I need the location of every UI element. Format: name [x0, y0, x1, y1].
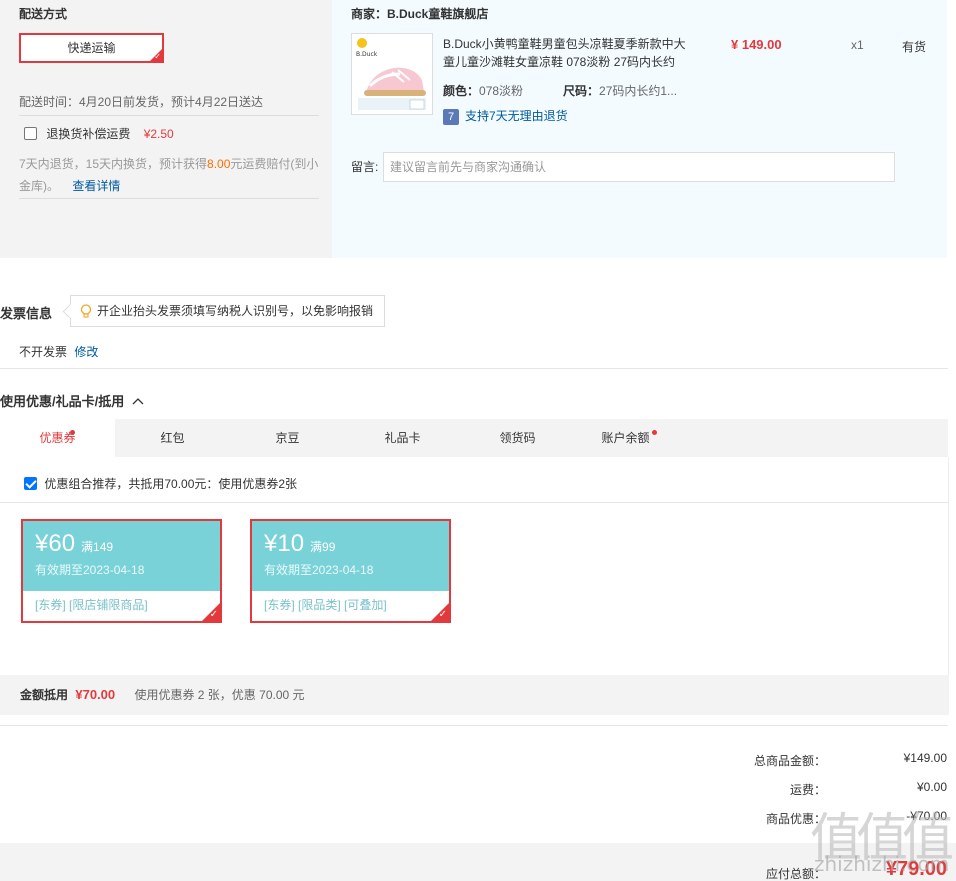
goods-total-value: ¥149.00	[903, 751, 947, 765]
divider	[0, 502, 949, 503]
divider	[0, 725, 948, 726]
message-input[interactable]: 建议留言前先与商家沟通确认	[383, 152, 895, 182]
combo-text: 优惠组合推荐，共抵用70.00元：使用优惠券2张	[44, 477, 298, 491]
discount-summary: 金额抵用 ¥70.00 使用优惠券 2 张，优惠 70.00 元	[0, 675, 949, 715]
message-label: 留言:	[351, 160, 379, 174]
invoice-tip-text: 开企业抬头发票须填写纳税人识别号，以免影响报销	[97, 304, 374, 318]
product-qty: x1	[851, 38, 864, 52]
product-size: 尺码：27码内长约1...	[563, 82, 677, 99]
invoice-status-text: 不开发票	[19, 345, 68, 359]
combo-recommend: 优惠组合推荐，共抵用70.00元：使用优惠券2张	[24, 475, 297, 492]
coupon-card[interactable]: ¥10 满99 有效期至2023-04-18 [东券] [限品类] [可叠加] ✓	[250, 519, 451, 623]
tab-red-packet[interactable]: 红包	[115, 419, 230, 457]
insurance-note: 7天内退货，15天内换货，预计获得8.00元运费赔付(到小 金库)。 查看详情	[19, 153, 324, 197]
svg-text:B.Duck: B.Duck	[356, 51, 378, 58]
freight-label: 运费：	[789, 783, 826, 797]
tab-jingdou[interactable]: 京豆	[230, 419, 345, 457]
coupon-condition: 满149	[81, 540, 114, 554]
sandal-image-icon: B.Duck	[352, 34, 432, 114]
summary-label: 金额抵用	[20, 688, 69, 702]
delivery-title: 配送方式	[19, 7, 68, 21]
product-image[interactable]: B.Duck	[351, 33, 433, 115]
watermark-url: zhizhizhi.com	[814, 852, 950, 876]
discount-total-label: 商品优惠：	[765, 812, 826, 826]
divider	[19, 198, 319, 199]
payable-label: 应付总额：	[765, 867, 826, 881]
size-label: 尺码：	[563, 84, 600, 98]
coupon-tags: [东券] [限品类] [可叠加]	[264, 598, 387, 612]
express-shipping-label: 快递运输	[67, 41, 116, 55]
divider	[19, 115, 319, 116]
tab-coupons[interactable]: 优惠券	[0, 419, 115, 457]
insurance-label: 退换货补偿运费	[46, 127, 131, 141]
insurance-checkbox[interactable]	[24, 127, 37, 140]
shop-name: 商家：B.Duck童鞋旗舰店	[351, 7, 489, 21]
product-attrs: 颜色：078淡粉	[443, 82, 523, 99]
coupon-amount: ¥60	[35, 530, 76, 557]
return-7day-icon: 7	[443, 108, 459, 125]
check-icon: ✓	[209, 609, 218, 620]
invoice-edit-link[interactable]: 修改	[74, 345, 98, 359]
invoice-title: 发票信息	[0, 306, 53, 321]
summary-note: 使用优惠券 2 张，优惠 70.00 元	[134, 688, 305, 702]
tab-redeem-code[interactable]: 领货码	[460, 419, 575, 457]
notify-dot-icon	[70, 430, 75, 435]
insurance-note-amount: 8.00	[207, 157, 231, 171]
product-stock: 有货	[902, 40, 927, 54]
express-shipping-button[interactable]: 快递运输 ✓	[19, 33, 164, 63]
check-icon: ✓	[438, 609, 447, 620]
invoice-status: 不开发票 修改	[19, 343, 98, 360]
size-value: 27码内长约1...	[599, 84, 678, 98]
return-policy-text: 支持7天无理由退货	[465, 109, 568, 123]
product-title-line2: 童儿童沙滩鞋女童凉鞋 078淡粉 27码内长约	[443, 55, 676, 69]
invoice-tip: 开企业抬头发票须填写纳税人识别号，以免影响报销	[70, 295, 385, 327]
coupon-card[interactable]: ¥60 满149 有效期至2023-04-18 [东券] [限店铺限商品] ✓	[21, 519, 222, 623]
tab-account-balance[interactable]: 账户余额	[568, 419, 683, 457]
product-price: ¥ 149.00	[731, 37, 782, 52]
discount-title[interactable]: 使用优惠/礼品卡/抵用	[0, 391, 144, 410]
insurance-note-a: 7天内退货，15天内换货，预计获得	[19, 157, 208, 171]
color-value: 078淡粉	[479, 84, 524, 98]
coupon-expiry: 有效期至2023-04-18	[35, 563, 145, 577]
divider	[0, 368, 948, 369]
coupon-expiry: 有效期至2023-04-18	[264, 563, 374, 577]
check-icon: ✓	[154, 52, 161, 61]
discount-title-text: 使用优惠/礼品卡/抵用	[0, 394, 125, 409]
freight-value: ¥0.00	[916, 780, 947, 794]
goods-total-label: 总商品金额：	[753, 754, 826, 768]
tab-gift-card[interactable]: 礼品卡	[345, 419, 460, 457]
combo-checkbox[interactable]	[24, 477, 37, 490]
summary-amount: ¥70.00	[75, 687, 116, 702]
discount-tabs: 优惠券 红包 京豆 礼品卡 领货码 账户余额	[0, 419, 948, 457]
coupon-tags: [东券] [限店铺限商品]	[35, 598, 148, 612]
notify-dot-icon	[652, 430, 657, 435]
color-label: 颜色：	[443, 84, 480, 98]
view-details-link[interactable]: 查看详情	[72, 179, 120, 193]
coupon-amount: ¥10	[264, 530, 305, 557]
insurance-row: 退换货补偿运费 ¥2.50	[24, 125, 174, 142]
insurance-note-c: 金库)。	[19, 179, 59, 193]
chevron-up-icon	[132, 398, 144, 405]
lightbulb-icon	[80, 304, 92, 318]
return-policy[interactable]: 7 支持7天无理由退货	[443, 107, 568, 125]
product-title-line1: B.Duck小黄鸭童鞋男童包头凉鞋夏季新款中大	[443, 37, 686, 51]
insurance-price: ¥2.50	[143, 127, 174, 141]
product-title[interactable]: B.Duck小黄鸭童鞋男童包头凉鞋夏季新款中大 童儿童沙滩鞋女童凉鞋 078淡粉…	[443, 35, 686, 71]
tab-account-balance-label: 账户余额	[601, 431, 650, 445]
coupon-condition: 满99	[310, 540, 336, 554]
insurance-note-b: 元运费赔付(到小	[230, 157, 319, 171]
delivery-time: 配送时间：4月20日前发货，预计4月22日送达	[19, 95, 264, 109]
